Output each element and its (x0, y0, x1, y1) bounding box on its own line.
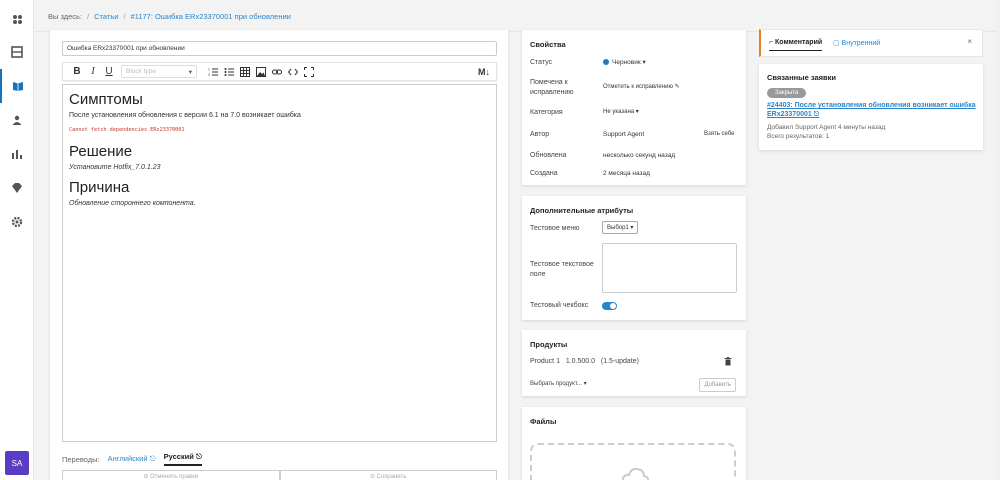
save-button[interactable]: ⊘ Сохранить (279, 470, 497, 480)
editor-toolbar: B I U Block type ▾ 13 M↓ (62, 62, 497, 81)
user-avatar[interactable]: SA (5, 451, 29, 475)
extra-attributes-title: Дополнительные атрибуты (530, 206, 634, 215)
related-tickets-title: Связанные заявки (767, 73, 836, 82)
translation-russian-tab[interactable]: Русский ⎋ (163, 452, 202, 466)
test-text-label: Тестовое текстовое поле (530, 261, 594, 278)
properties-title: Свойства (530, 40, 566, 49)
translations-bar: Переводы: Английский ⎋ Русский ⎋ (62, 452, 202, 466)
tab-comment[interactable]: ⌐ Комментарий (769, 39, 823, 51)
translation-english-link[interactable]: Английский ⎋ (108, 454, 156, 464)
tickets-icon[interactable] (0, 35, 34, 69)
comment-tabs: ⌐ Комментарий ▢ Внутренний × (759, 29, 983, 57)
image-icon[interactable] (253, 64, 269, 80)
article-editor: B I U Block type▾ 13 M↓ Симптомы После у… (50, 30, 508, 480)
bullet-list-icon[interactable] (221, 64, 237, 80)
products-card: Продукты Product 1 1.0.500.0 (1.5-update… (522, 330, 746, 396)
select-product-dropdown[interactable]: Выбрать продукт... ▾ (530, 380, 587, 387)
left-nav: SA (0, 0, 34, 480)
block-type-select[interactable]: Block type ▾ (121, 65, 197, 78)
table-icon[interactable] (237, 64, 253, 80)
bold-button[interactable]: B (69, 64, 85, 80)
related-ticket-link[interactable]: #24403: После установления обновления во… (767, 101, 977, 119)
add-product-button[interactable]: Добавить (699, 378, 736, 392)
users-icon[interactable] (0, 103, 34, 137)
status-badge: Закрыта (767, 88, 807, 98)
take-self-button[interactable]: Взять себе (704, 131, 735, 137)
integrations-icon[interactable] (0, 171, 34, 205)
solution-heading: Решение (69, 143, 133, 160)
properties-card: Свойства Статус Черновик ▾ Помечена к ис… (522, 30, 746, 185)
close-icon[interactable]: × (967, 37, 972, 46)
extra-attributes-card: Дополнительные атрибуты Тестовое меню Вы… (522, 196, 746, 320)
solution-text: Установите Hotfix_7.0.1.23 (69, 164, 161, 171)
test-checkbox-toggle[interactable] (602, 302, 617, 310)
article-content[interactable]: Симптомы После установления обновления с… (62, 84, 497, 442)
mark-for-fix-button[interactable]: Отметить к исправлению ✎ (603, 83, 680, 90)
test-checkbox-label: Тестовый чекбокс (530, 302, 589, 309)
updated-value: несколько секунд назад (603, 152, 676, 159)
total-results: Всего результатов: 1 (767, 133, 830, 140)
author-value: Support Agent (603, 131, 645, 138)
created-value: 2 месяца назад (603, 170, 650, 177)
error-code-snippet: Cannot fetch dependencies ERx23370001 (69, 127, 185, 133)
dashboard-icon[interactable] (0, 2, 34, 36)
marked-label: Помечена к исправлению (530, 79, 574, 96)
related-tickets-card: Связанные заявки Закрыта #24403: После у… (759, 64, 983, 150)
status-dot-icon (603, 59, 609, 65)
article-title-input[interactable] (62, 41, 497, 56)
status-dropdown[interactable]: Черновик ▾ (603, 58, 646, 66)
link-icon[interactable] (269, 64, 285, 80)
test-menu-dropdown[interactable]: Выбор1 ▾ (602, 221, 639, 234)
ordered-list-icon[interactable]: 13 (205, 64, 221, 80)
breadcrumb-articles-link[interactable]: Статьи (94, 12, 118, 21)
translations-label: Переводы: (62, 454, 100, 464)
cancel-edits-button[interactable]: ⊘ Отменить правки (62, 470, 280, 480)
cause-heading: Причина (69, 179, 130, 196)
test-textarea[interactable] (602, 243, 737, 293)
file-dropzone[interactable] (530, 443, 736, 480)
settings-gear-icon[interactable] (0, 205, 34, 239)
symptoms-heading: Симптомы (69, 91, 143, 108)
product-note: (1.5-update) (600, 358, 639, 365)
markdown-toggle-button[interactable]: M↓ (476, 64, 492, 80)
product-row: Product 1 1.0.500.0 (1.5-update) (530, 358, 639, 365)
page-scrollbar[interactable] (996, 0, 1000, 480)
cause-text: Обновление стороннего компонента. (69, 200, 196, 207)
editor-actions: ⊘ Отменить правки ⊘ Сохранить (62, 470, 497, 480)
status-label: Статус (530, 59, 553, 66)
updated-label: Обновлена (530, 152, 567, 159)
files-title: Файлы (530, 417, 557, 426)
product-name: Product 1 (530, 358, 560, 365)
product-version: 1.0.500.0 (565, 358, 596, 365)
related-ticket-meta: Добавил Support Agent 4 минуты назад (767, 124, 886, 131)
breadcrumb: Вы здесь: / Статьи / #1177: Ошибка ERx233700… (48, 12, 291, 21)
underline-button[interactable]: U (101, 64, 117, 80)
knowledge-base-icon[interactable] (0, 69, 34, 103)
symptoms-text: После установления обновления с версии 6… (69, 112, 301, 119)
author-label: Автор (530, 131, 550, 138)
code-icon[interactable] (285, 64, 301, 80)
reports-icon[interactable] (0, 137, 34, 171)
category-dropdown[interactable]: Не указана ▾ (603, 108, 639, 115)
breadcrumb-prefix: Вы здесь: (48, 12, 83, 21)
fullscreen-icon[interactable] (301, 64, 317, 80)
test-menu-label: Тестовое меню (530, 225, 580, 232)
created-label: Создана (530, 170, 558, 177)
files-card: Файлы (522, 407, 746, 480)
delete-product-icon[interactable] (724, 357, 732, 366)
upload-cloud-icon (621, 467, 650, 480)
breadcrumb-current-link[interactable]: #1177: Ошибка ERx23370001 при обновлении (131, 12, 291, 21)
svg-text:1: 1 (208, 67, 210, 71)
svg-text:3: 3 (208, 73, 210, 77)
products-title: Продукты (530, 340, 568, 349)
tab-internal[interactable]: ▢ Внутренний (833, 39, 880, 47)
category-label: Категория (530, 109, 563, 116)
italic-button[interactable]: I (85, 64, 101, 80)
